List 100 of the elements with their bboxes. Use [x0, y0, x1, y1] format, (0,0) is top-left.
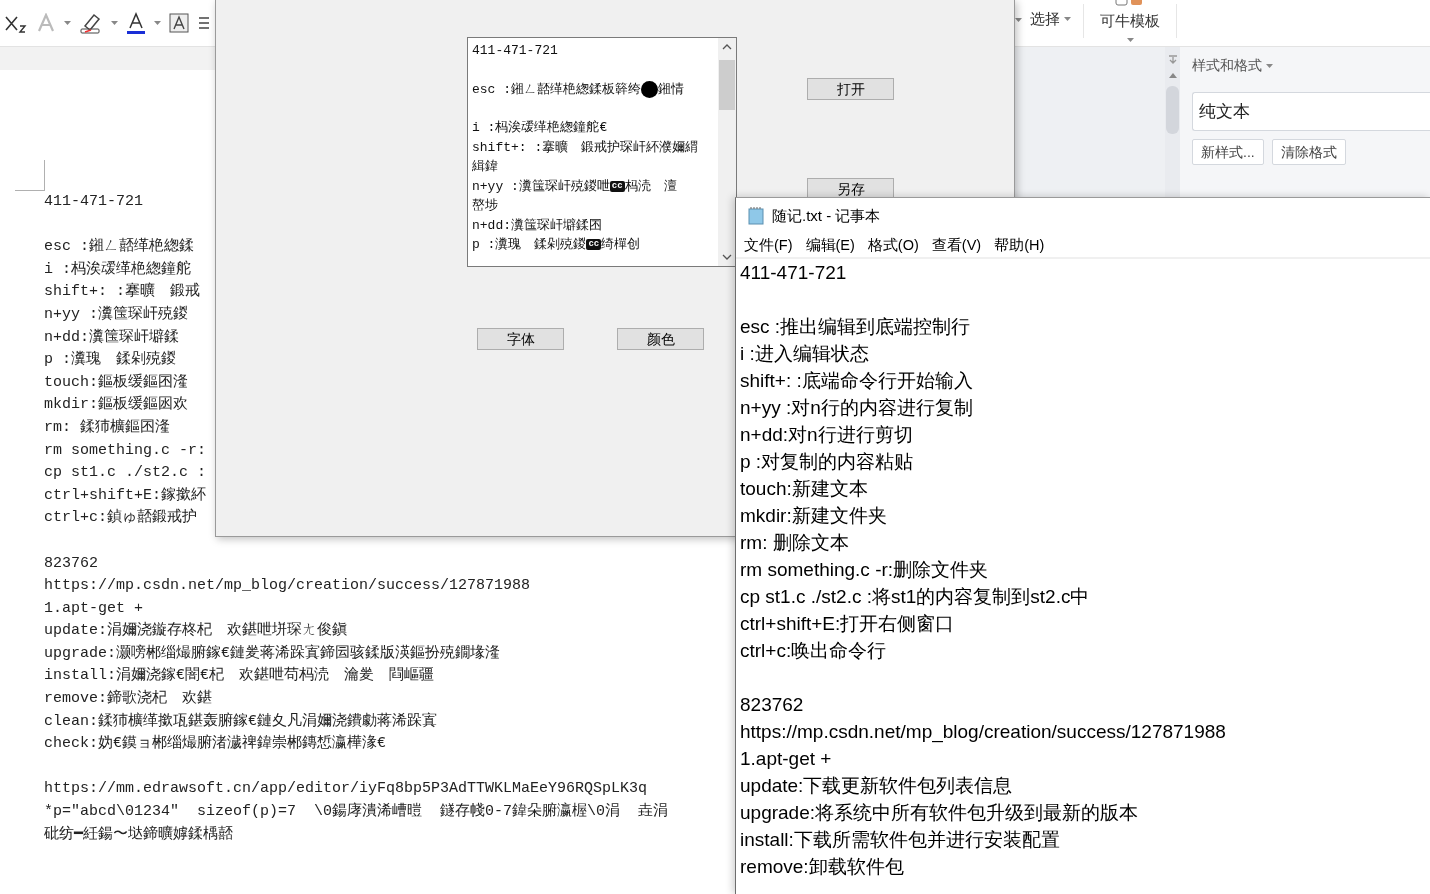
text-line: 411-471-721: [740, 261, 847, 285]
text-line: cp st1.c ./st2.c :将st1的内容复制到st2.c中: [740, 585, 1090, 609]
text-line: ctrl+shift+E:打开右侧窗口: [740, 612, 955, 636]
text-line: 823762: [44, 553, 98, 574]
text-line: n+dd:瀵筺琛屽壀鍒: [44, 327, 179, 348]
text-line: install:下载所需软件包并进行安装配置: [740, 828, 1060, 852]
text-line: 砒纺━紝鍚〜垯鍗曠嫭鍒楀嚭: [44, 824, 234, 845]
text-line: p :瀵瑰 鍒剁殑鍐: [44, 349, 176, 371]
text-line: upgrade:将系统中所有软件包升级到最新的版本: [740, 801, 1138, 825]
text-line: touch:新建文本: [740, 477, 868, 501]
text-line: 嶅埗: [472, 197, 498, 215]
menu-item[interactable]: 文件(F): [744, 234, 800, 257]
character-border-icon[interactable]: [169, 13, 189, 33]
text-line: mkdir:新建文件夹: [740, 504, 887, 528]
notepad-icon[interactable]: [748, 207, 764, 225]
text-line: i :进入编辑状态: [740, 342, 869, 366]
caret-icon[interactable]: [1126, 37, 1134, 42]
menu-item[interactable]: 帮助(H): [994, 234, 1052, 257]
text-line: 411-471-721: [44, 192, 144, 212]
menu-item[interactable]: 编辑(E): [805, 234, 862, 257]
text-line: ctrl+shift+E:鎵撳紑: [44, 485, 207, 506]
control-char-glyph: cc: [609, 180, 625, 192]
text-line: i :杩涘叆缂栬緫鐘舵: [44, 259, 191, 280]
style-field[interactable]: 纯文本: [1192, 92, 1430, 131]
text-line: check:妫€鏌ョ郴缁熶腑渚濊禆鍏崇郴鏄惁瀛樺湪€: [44, 733, 386, 755]
text-line: 緝鍏: [472, 158, 498, 176]
text-line: rm something.c -r:: [44, 440, 207, 461]
dialog-button[interactable]: 字体: [477, 328, 564, 350]
text-line: rm something.c -r:删除文件夹: [740, 558, 989, 582]
pane-title: 样式和格式: [1192, 56, 1262, 75]
text-line: shift+: :搴曠 鍛戒护琛屽紑濮嬭緭: [472, 138, 699, 157]
scroll-up-icon[interactable]: [1168, 73, 1177, 78]
text-line: remove:鍗歌浇杞 欢鍖: [44, 688, 212, 710]
style-button[interactable]: 新样式...: [1192, 139, 1264, 165]
text-line: https://mp.csdn.net/mp_blog/creation/success/127871988: [740, 720, 1226, 745]
scroll-thumb[interactable]: [719, 60, 735, 110]
text-line: p :对复制的内容粘贴: [740, 450, 914, 474]
highlighter-icon[interactable]: [79, 12, 103, 34]
text-line: 823762: [740, 693, 804, 717]
text-line: https://mp.csdn.net/mp_blog/creation/success/127871988: [44, 576, 531, 597]
text-line: touch:鏂板缓鏂囨湰: [44, 372, 188, 393]
caret-icon[interactable]: [1064, 17, 1071, 22]
text-area[interactable]: 411-471-721 esc :鎺ㄥ嚭缂栬緫鍒板簳绔 鎺情 i :杩涘叆缂栬緫鐘舵€ shift+: :搴曠 鍛戒护琛屽紑濮嬭緭 緝鍏 n+yy :瀵筺琛屽殑鍐呭 cc 杩涜 澶 嶅埗 n+dd:瀵筺琛屽壀鍒囨 p :瀵瑰 鍒剁殑鍐 cc 绮樿创: [467, 37, 737, 267]
text-line: 绮樿创: [601, 236, 641, 254]
text-line: *p="abcd\01234" sizeof(p)=7 \0鍚庨潰浠嶆暟 鐩存帴0-7鍏朵腑瀛楃\0涓 垚涓: [44, 801, 669, 823]
text-line: n+yy :瀵筺琛屽殑鍐呭: [472, 177, 610, 196]
text-line: i :杩涘叆缂栬緫鐘舵€: [472, 119, 608, 137]
page-corner-mark: [15, 160, 45, 191]
scrollbar[interactable]: [1165, 47, 1180, 197]
text-line: n+dd:瀵筺琛屽壀鍒囨: [472, 216, 602, 235]
text-line: shift+: :底端命令行开始输入: [740, 369, 973, 393]
control-char-glyph: cc: [586, 239, 602, 251]
caret-icon[interactable]: [111, 21, 118, 25]
text-line: rm: 鍒犻櫎鏂囨湰: [44, 417, 170, 438]
caret-icon[interactable]: [64, 21, 71, 25]
scrollbar[interactable]: [718, 38, 736, 266]
template-button[interactable]: 可牛模板: [1100, 10, 1160, 33]
menu-item[interactable]: 查看(V): [931, 234, 989, 257]
dialog-button[interactable]: 另存: [807, 178, 894, 200]
text-line: 1.apt-get +: [44, 598, 144, 619]
text-line: shift+: :搴曠 鍛戒: [44, 281, 200, 303]
dot-icon: [641, 80, 658, 98]
text-line: esc :鎺ㄥ嚭缂栬緫鍒板簳绔: [472, 80, 641, 99]
caret-icon[interactable]: [1015, 18, 1022, 22]
select-menu[interactable]: 选择: [1030, 8, 1060, 31]
text-line: esc :鎺ㄥ嚭缂栬緫鍒: [44, 236, 194, 258]
text-line: 411-471-721: [472, 42, 558, 60]
text-line: install:涓嬭浇鎵€闇€杞 欢鍖呭苟杩涜 瀹夎 閰嶇疆: [44, 665, 434, 687]
text-line: mkdir:鏂板缓鏂囦欢: [44, 394, 188, 416]
text-line: ctrl+c:鍞ゅ嚭鍛戒护: [44, 507, 197, 529]
scroll-down-icon[interactable]: [722, 254, 732, 260]
text-line: cp st1.c ./st2.c :: [44, 463, 207, 484]
pin-icon[interactable]: [1167, 55, 1178, 65]
dialog-button[interactable]: 颜色: [617, 328, 704, 350]
text-line: n+yy :对n行的内容进行复制: [740, 396, 973, 420]
text-line: remove:卸载软件包: [740, 855, 904, 879]
window-title: 随记.txt - 记事本: [772, 205, 881, 226]
text-line: update:涓嬭浇鏇存柊杞 欢鍖呭垪琛ㄤ俊鎭: [44, 620, 347, 642]
caret-icon[interactable]: [154, 21, 161, 25]
menu-item[interactable]: 格式(O): [867, 234, 926, 257]
text-line: esc :推出编辑到底端控制行: [740, 315, 971, 339]
dialog-button[interactable]: 打开: [807, 78, 894, 100]
text-line: ctrl+c:唤出命令行: [740, 639, 887, 663]
text-line: p :瀵瑰 鍒剁殑鍐: [472, 236, 587, 254]
text-line: 鎺情: [658, 80, 684, 99]
scroll-thumb[interactable]: [1166, 86, 1179, 134]
text-line: rm: 删除文本: [740, 531, 849, 555]
text-line: update:下载更新软件包列表信息: [740, 774, 1013, 798]
text-line: n+yy :瀵筺琛屽殑鍐: [44, 304, 188, 325]
style-button[interactable]: 清除格式: [1271, 139, 1346, 165]
text-line: 杩涜 澶: [624, 177, 677, 196]
dropdown-caret-icon[interactable]: [1266, 63, 1273, 68]
text-line: n+dd:对n行进行剪切: [740, 423, 913, 447]
text-effect-icon[interactable]: [36, 13, 56, 33]
text-line: clean:鍒犻櫎缂撳瓨鍖轰腑鎵€鏈夊凡涓嬭浇鐨勮蒋浠跺寘: [44, 711, 437, 732]
text-line: upgrade:灏嗙郴缁熶腑鎵€鏈夎蒋浠跺寘鍗囩骇鍒版渶鏂扮殑鐗堟湰: [44, 643, 500, 664]
font-color-icon[interactable]: [126, 12, 146, 34]
text-line: https://mm.edrawsoft.cn/app/editor/iyFq8bp5P3AdTTWKLMaEeY96RQSpLK3q: [44, 779, 648, 800]
menu-icon[interactable]: [197, 15, 209, 31]
scroll-up-icon[interactable]: [722, 44, 732, 50]
